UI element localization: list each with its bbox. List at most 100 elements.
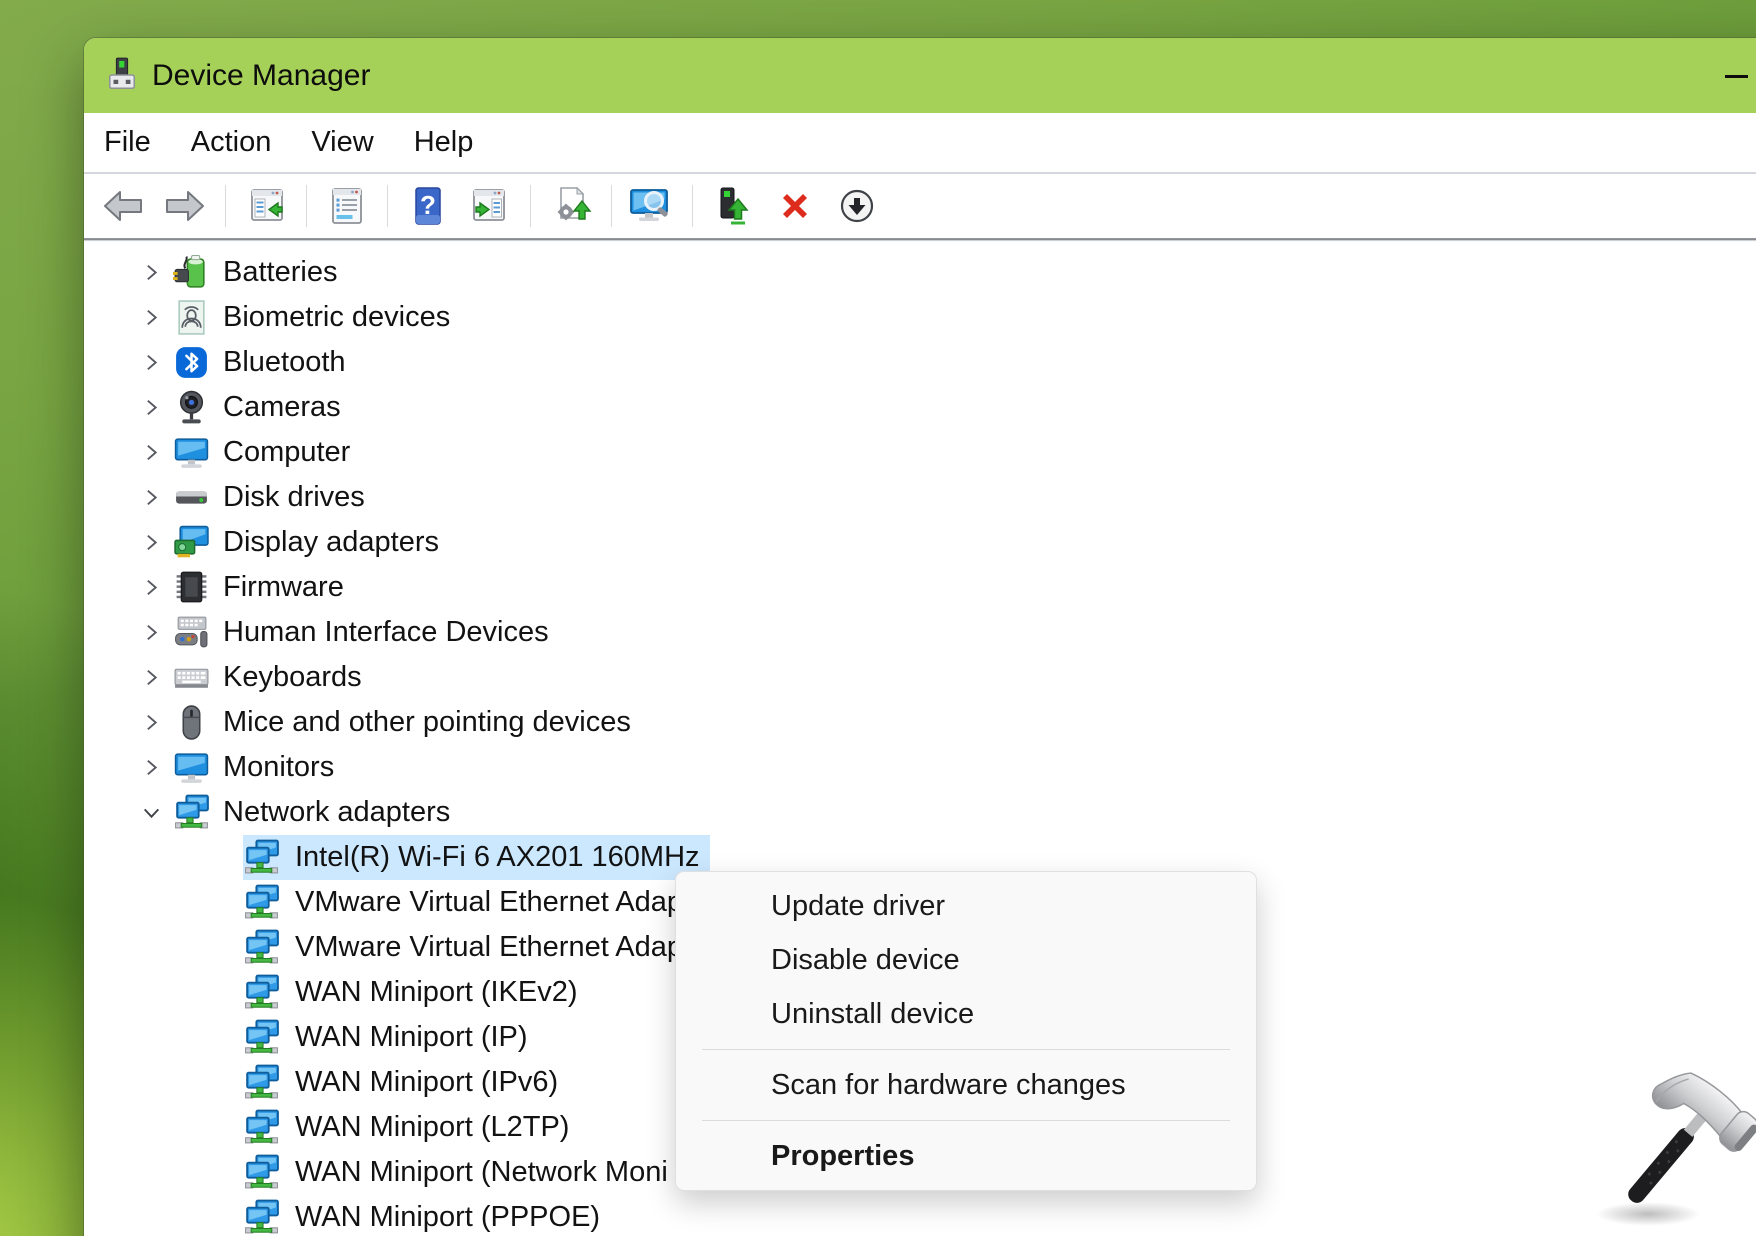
network-adapter-icon [243, 1019, 280, 1056]
back-arrow-icon [101, 188, 145, 224]
tree-item[interactable]: Firmware [84, 565, 1756, 610]
toolbar-separator [692, 185, 693, 227]
chevron-right-icon[interactable] [140, 262, 162, 284]
menu-file[interactable]: File [84, 126, 171, 159]
action-pane-button[interactable] [462, 179, 518, 233]
tree-item-label: WAN Miniport (IKEv2) [295, 976, 578, 1008]
context-menu-separator [702, 1049, 1230, 1050]
tree-item[interactable]: Mice and other pointing devices [84, 700, 1756, 745]
tree-item-body: Biometric devices [162, 295, 460, 340]
tree-item-body: VMware Virtual Ethernet Adapt [243, 925, 701, 970]
tree-item[interactable]: Monitors [84, 745, 1756, 790]
disable-device-button[interactable] [829, 179, 885, 233]
fingerprint-icon [173, 299, 210, 336]
menubar: File Action View Help [84, 113, 1756, 174]
network-adapter-icon [243, 974, 280, 1011]
context-menu-separator [702, 1120, 1230, 1121]
bluetooth-icon [173, 344, 210, 381]
properties-window-icon [325, 186, 369, 226]
camera-icon [173, 389, 210, 426]
uninstall-x-icon [775, 186, 815, 226]
chevron-right-icon[interactable] [140, 442, 162, 464]
firmware-chip-icon [173, 569, 210, 606]
context-menu-item-uninstall-device[interactable]: Uninstall device [676, 987, 1256, 1041]
hid-icon [173, 614, 210, 651]
tree-item[interactable]: Human Interface Devices [84, 610, 1756, 655]
tree-item[interactable]: Keyboards [84, 655, 1756, 700]
tree-item[interactable]: Computer [84, 430, 1756, 475]
titlebar[interactable]: Device Manager [84, 38, 1756, 113]
chevron-right-icon[interactable] [140, 757, 162, 779]
tree-item[interactable]: Cameras [84, 385, 1756, 430]
tree-item[interactable]: Batteries [84, 250, 1756, 295]
chevron-right-icon[interactable] [140, 577, 162, 599]
context-menu-item-update-driver[interactable]: Update driver [676, 879, 1256, 933]
tree-item-body: WAN Miniport (IKEv2) [243, 970, 588, 1015]
tree-item-body: Mice and other pointing devices [162, 700, 641, 745]
tree-item[interactable]: Biometric devices [84, 295, 1756, 340]
chevron-right-icon[interactable] [140, 307, 162, 329]
tree-item-label: WAN Miniport (IP) [295, 1021, 528, 1053]
tree-item-body: WAN Miniport (IPv6) [243, 1060, 568, 1105]
tree-item[interactable]: Disk drives [84, 475, 1756, 520]
chevron-right-icon[interactable] [140, 397, 162, 419]
tree-item-body: WAN Miniport (Network Moni [243, 1150, 678, 1195]
tree-item[interactable]: WAN Miniport (PPPOE) [84, 1195, 1756, 1236]
tree-item-body: Computer [162, 430, 360, 475]
tree-item[interactable]: Network adapters [84, 790, 1756, 835]
forward-button[interactable] [157, 179, 213, 233]
tree-item-body: Bluetooth [162, 340, 356, 385]
tree-item-label: VMware Virtual Ethernet Adapt [295, 931, 692, 963]
update-driver-icon [549, 186, 593, 226]
tree-item-label: Network adapters [223, 796, 451, 828]
window-title: Device Manager [152, 58, 371, 92]
chevron-right-icon[interactable] [140, 487, 162, 509]
network-adapter-icon [243, 839, 280, 876]
chevron-right-icon[interactable] [140, 712, 162, 734]
tree-item-body: Firmware [162, 565, 354, 610]
tree-item-body: VMware Virtual Ethernet Adapt [243, 880, 701, 925]
tree-item-body: WAN Miniport (IP) [243, 1015, 538, 1060]
tree-item-body: Monitors [162, 745, 344, 790]
tree-item-label: WAN Miniport (PPPOE) [295, 1201, 601, 1233]
show-console-tree-button[interactable] [238, 179, 294, 233]
scan-hardware-changes-button[interactable] [624, 179, 680, 233]
minimize-button[interactable] [1708, 56, 1756, 96]
disable-device-icon [837, 186, 877, 226]
console-tree-icon [244, 186, 288, 226]
chevron-down-icon[interactable] [140, 802, 162, 824]
menu-help[interactable]: Help [394, 126, 494, 159]
chevron-right-icon[interactable] [140, 532, 162, 554]
back-button[interactable] [95, 179, 151, 233]
context-menu-item-scan-for-hardware-changes[interactable]: Scan for hardware changes [676, 1058, 1256, 1112]
chevron-right-icon[interactable] [140, 352, 162, 374]
uninstall-device-button[interactable] [767, 179, 823, 233]
menu-view[interactable]: View [291, 126, 393, 159]
context-menu: Update driver Disable device Uninstall dev… [675, 871, 1257, 1191]
update-device-button[interactable] [705, 179, 761, 233]
network-adapter-icon [243, 929, 280, 966]
toolbar-separator [530, 185, 531, 227]
context-menu-item-properties[interactable]: Properties [676, 1129, 1256, 1183]
tree-item-label: Disk drives [223, 481, 365, 513]
update-driver-button[interactable] [543, 179, 599, 233]
tree-item-body: Batteries [162, 250, 347, 295]
chevron-right-icon[interactable] [140, 622, 162, 644]
toolbar-separator [611, 185, 612, 227]
scan-hardware-icon [629, 186, 675, 226]
tree-item-label: VMware Virtual Ethernet Adapt [295, 886, 692, 918]
tree-item-body: Cameras [162, 385, 351, 430]
tree-item-body: Keyboards [162, 655, 372, 700]
network-adapter-icon [243, 1064, 280, 1101]
tree-item-label: Human Interface Devices [223, 616, 549, 648]
properties-button[interactable] [319, 179, 375, 233]
minimize-icon [1724, 74, 1748, 78]
tree-item-body: Disk drives [162, 475, 375, 520]
tree-item-label: Biometric devices [223, 301, 451, 333]
menu-action[interactable]: Action [171, 126, 292, 159]
tree-item[interactable]: Display adapters [84, 520, 1756, 565]
tree-item[interactable]: Bluetooth [84, 340, 1756, 385]
help-button[interactable]: ? [400, 179, 456, 233]
chevron-right-icon[interactable] [140, 667, 162, 689]
context-menu-item-disable-device[interactable]: Disable device [676, 933, 1256, 987]
